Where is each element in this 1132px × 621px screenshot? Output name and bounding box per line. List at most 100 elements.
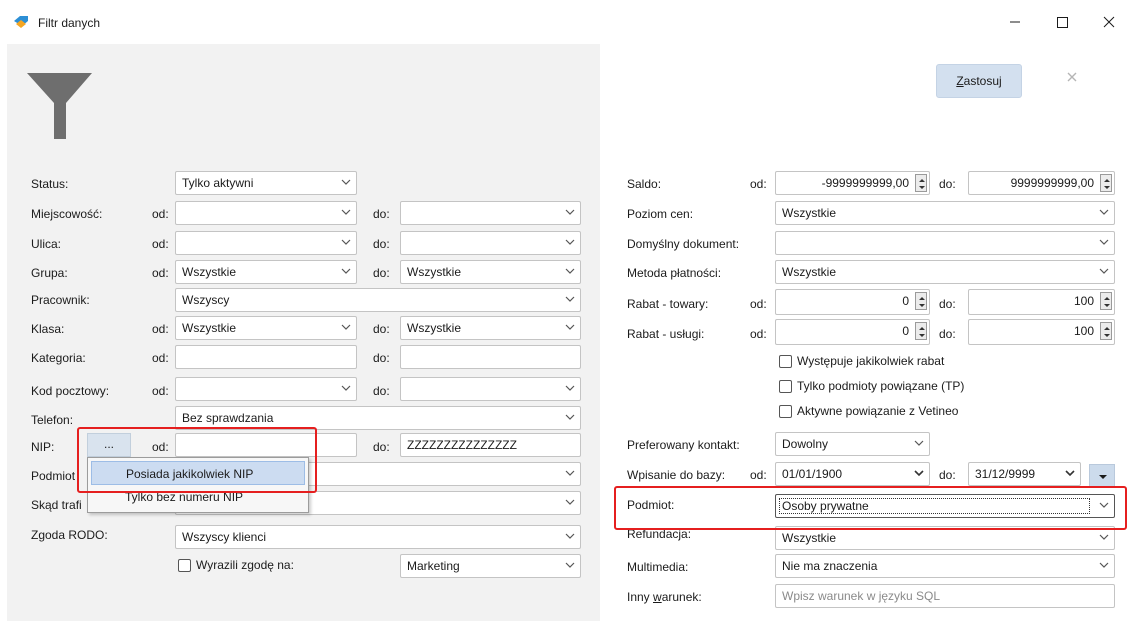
tp-checkbox-label: Tylko podmioty powiązane (TP) bbox=[797, 379, 965, 393]
multimedia-select[interactable]: Nie ma znaczenia bbox=[775, 554, 1115, 578]
chevron-down-icon bbox=[1099, 239, 1109, 245]
close-icon[interactable] bbox=[1089, 8, 1129, 36]
rabat-uslugi-to-value: 100 bbox=[1073, 324, 1094, 338]
rabat-towary-to-value: 100 bbox=[1073, 294, 1094, 308]
ulica-to-label: do: bbox=[373, 237, 390, 251]
rabat-uslugi-to-spinner[interactable]: 100 bbox=[968, 319, 1115, 345]
pracownik-label: Pracownik: bbox=[31, 293, 90, 307]
minimize-icon[interactable] bbox=[995, 8, 1035, 36]
rabat-checkbox-label: Występuje jakikolwiek rabat bbox=[797, 354, 945, 368]
chevron-down-icon bbox=[341, 268, 351, 274]
spinner-arrows-icon[interactable] bbox=[915, 174, 927, 192]
kod-pocztowy-label: Kod pocztowy: bbox=[31, 384, 110, 398]
spinner-arrows-icon[interactable] bbox=[915, 322, 927, 340]
klasa-to-select[interactable]: Wszystkie bbox=[400, 316, 581, 340]
apply-button[interactable]: Zastosuj bbox=[936, 64, 1022, 98]
chevron-down-icon bbox=[565, 385, 575, 391]
grupa-to-select[interactable]: Wszystkie bbox=[400, 260, 581, 284]
metoda-platnosci-select[interactable]: Wszystkie bbox=[775, 260, 1115, 284]
klasa-from-label: od: bbox=[152, 322, 169, 336]
title-bar: Filtr danych bbox=[0, 0, 1132, 44]
chevron-down-icon bbox=[341, 385, 351, 391]
domyslny-dokument-select[interactable] bbox=[775, 231, 1115, 255]
poziom-cen-select[interactable]: Wszystkie bbox=[775, 201, 1115, 225]
preferowany-kontakt-select[interactable]: Dowolny bbox=[775, 432, 930, 456]
poziom-cen-value: Wszystkie bbox=[782, 206, 836, 220]
inny-warunek-input[interactable]: Wpisz warunek w języku SQL bbox=[775, 584, 1115, 608]
rabat-checkbox[interactable] bbox=[779, 355, 792, 368]
saldo-to-spinner[interactable]: 9999999999,00 bbox=[968, 171, 1115, 195]
saldo-from-spinner[interactable]: -9999999999,00 bbox=[775, 171, 930, 195]
chevron-down-icon bbox=[1099, 209, 1109, 215]
vetineo-checkbox-label: Aktywne powiązanie z Vetineo bbox=[797, 404, 959, 418]
vetineo-checkbox[interactable] bbox=[779, 405, 792, 418]
wpisanie-to-label: do: bbox=[939, 468, 956, 482]
highlight-box-podmiot bbox=[614, 486, 1127, 530]
kod-pocztowy-from-select[interactable] bbox=[175, 377, 357, 401]
kod-pocztowy-to-select[interactable] bbox=[400, 377, 581, 401]
miejscowosc-label: Miejscowość: bbox=[31, 207, 103, 221]
rodo-select[interactable]: Wszyscy klienci bbox=[175, 525, 581, 549]
chevron-down-icon bbox=[341, 324, 351, 330]
wpisanie-to-datepicker[interactable]: 31/12/9999 bbox=[968, 462, 1081, 486]
spinner-arrows-icon[interactable] bbox=[1100, 174, 1112, 192]
highlight-box-nip bbox=[77, 427, 317, 493]
tag-icon bbox=[14, 16, 28, 28]
saldo-label: Saldo: bbox=[627, 177, 662, 191]
wpisanie-from-datepicker[interactable]: 01/01/1900 bbox=[775, 462, 930, 486]
klasa-from-value: Wszystkie bbox=[182, 321, 236, 335]
chevron-down-icon bbox=[914, 470, 924, 477]
kategoria-from-input[interactable] bbox=[175, 345, 357, 369]
ulica-from-select[interactable] bbox=[175, 231, 357, 255]
chevron-down-icon bbox=[565, 470, 575, 476]
podmiot-left-label: Podmiot bbox=[31, 469, 76, 483]
wpisanie-from-label: od: bbox=[750, 468, 767, 482]
miejscowosc-from-select[interactable] bbox=[175, 201, 357, 225]
grupa-from-label: od: bbox=[152, 266, 169, 280]
nip-to-value: ZZZZZZZZZZZZZZZ bbox=[407, 438, 517, 452]
miejscowosc-to-select[interactable] bbox=[400, 201, 581, 225]
spinner-arrows-icon[interactable] bbox=[915, 292, 927, 310]
window-title: Filtr danych bbox=[38, 16, 101, 30]
apply-label: astosuj bbox=[963, 74, 1002, 88]
chevron-down-icon bbox=[914, 440, 924, 446]
maximize-icon[interactable] bbox=[1042, 8, 1082, 36]
nip-to-input[interactable]: ZZZZZZZZZZZZZZZ bbox=[400, 433, 581, 457]
preferowany-kontakt-value: Dowolny bbox=[782, 437, 829, 451]
chevron-down-icon bbox=[341, 209, 351, 215]
status-select[interactable]: Tylko aktywni bbox=[175, 171, 357, 195]
ulica-to-select[interactable] bbox=[400, 231, 581, 255]
nip-to-label: do: bbox=[373, 440, 390, 454]
chevron-down-icon bbox=[565, 209, 575, 215]
kategoria-to-input[interactable] bbox=[400, 345, 581, 369]
rabat-towary-to-label: do: bbox=[939, 297, 956, 311]
klasa-to-label: do: bbox=[373, 322, 390, 336]
chevron-down-icon bbox=[1099, 562, 1109, 568]
rabat-towary-label: Rabat - towary: bbox=[627, 297, 709, 311]
zgoda-select[interactable]: Marketing bbox=[400, 554, 581, 578]
ulica-label: Ulica: bbox=[31, 237, 62, 251]
rabat-uslugi-from-spinner[interactable]: 0 bbox=[775, 319, 930, 345]
skad-trafil-label: Skąd trafi bbox=[31, 498, 82, 512]
chevron-down-icon bbox=[341, 179, 351, 185]
grupa-from-select[interactable]: Wszystkie bbox=[175, 260, 357, 284]
chevron-down-icon bbox=[1099, 268, 1109, 274]
date-range-menu-button[interactable] bbox=[1089, 464, 1115, 488]
clear-filter-icon[interactable] bbox=[1063, 68, 1081, 86]
tp-checkbox[interactable] bbox=[779, 380, 792, 393]
chevron-down-icon bbox=[565, 324, 575, 330]
rabat-towary-from-spinner[interactable]: 0 bbox=[775, 289, 930, 315]
domyslny-dokument-label: Domyślny dokument: bbox=[627, 237, 740, 251]
multimedia-value: Nie ma znaczenia bbox=[782, 559, 878, 573]
chevron-down-icon bbox=[565, 239, 575, 245]
rabat-towary-to-spinner[interactable]: 100 bbox=[968, 289, 1115, 315]
refundacja-value: Wszystkie bbox=[782, 531, 836, 545]
spinner-arrows-icon[interactable] bbox=[1100, 292, 1112, 310]
pracownik-select[interactable]: Wszyscy bbox=[175, 288, 581, 312]
spinner-arrows-icon[interactable] bbox=[1100, 322, 1112, 340]
saldo-to-value: 9999999999,00 bbox=[1010, 176, 1094, 190]
zgoda-checkbox[interactable] bbox=[178, 559, 191, 572]
klasa-from-select[interactable]: Wszystkie bbox=[175, 316, 357, 340]
rabat-towary-from-value: 0 bbox=[902, 294, 909, 308]
rabat-towary-from-label: od: bbox=[750, 297, 767, 311]
